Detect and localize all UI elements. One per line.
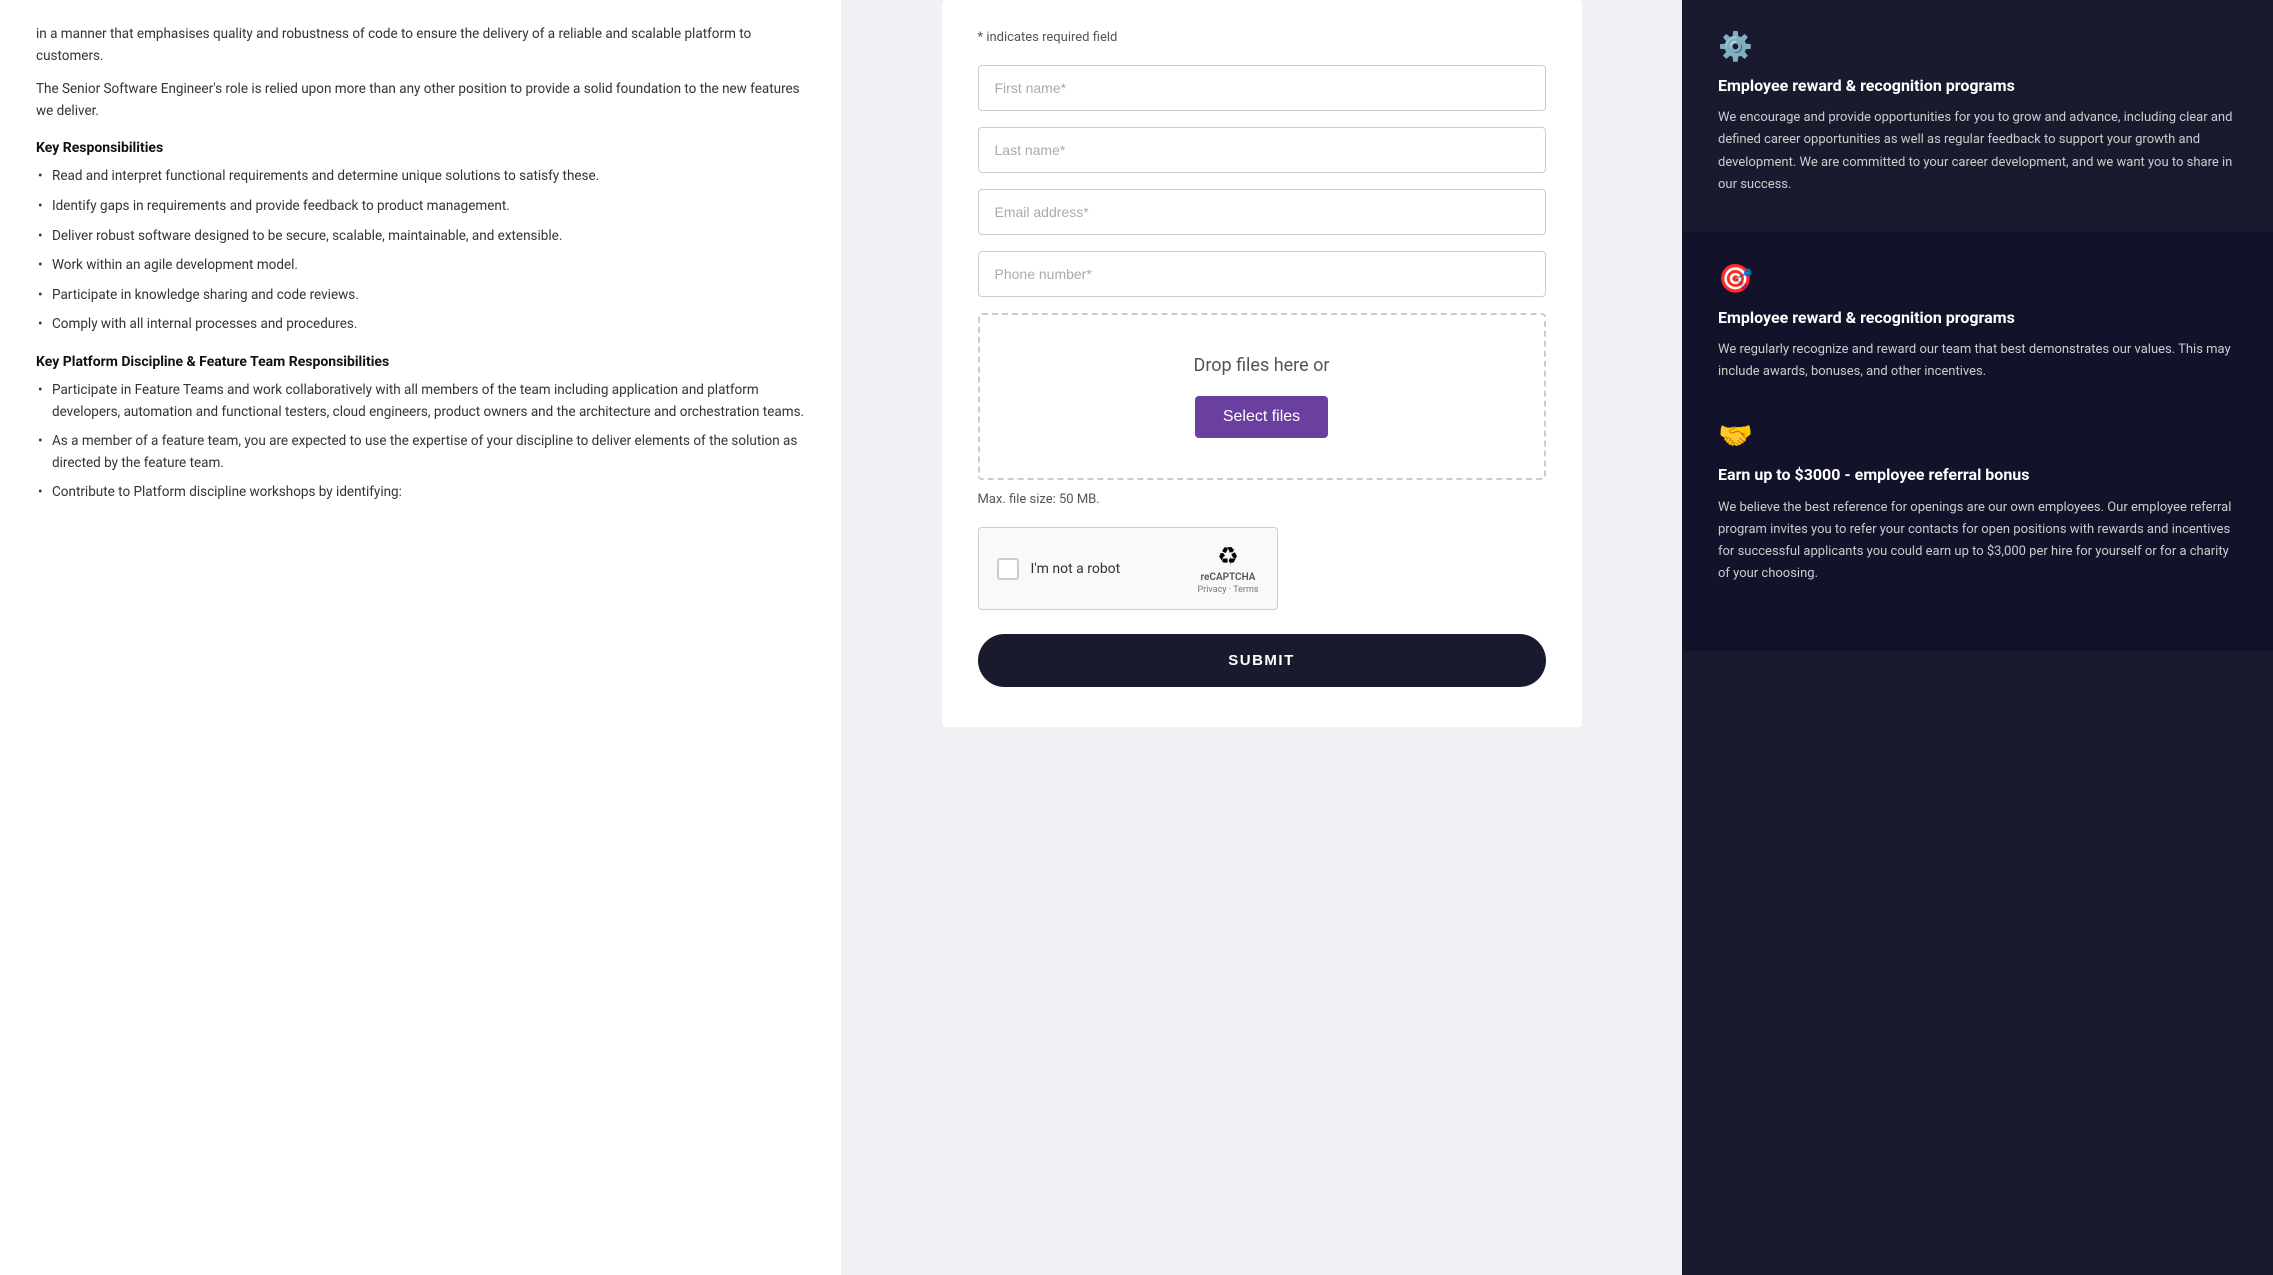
benefit-3-title: Earn up to $3000 - employee referral bon…	[1718, 464, 2237, 486]
phone-input[interactable]	[978, 251, 1546, 297]
recaptcha-brand: reCAPTCHA	[1201, 572, 1256, 583]
phone-field[interactable]	[978, 251, 1546, 297]
email-field[interactable]	[978, 189, 1546, 235]
list-item: Contribute to Platform discipline worksh…	[36, 482, 805, 504]
file-drop-zone[interactable]: Drop files here or Select files	[978, 313, 1546, 480]
benefit-1-desc: We encourage and provide opportunities f…	[1718, 107, 2237, 195]
benefit-2-desc: We regularly recognize and reward our te…	[1718, 339, 2237, 383]
submit-button[interactable]: SUBMIT	[978, 634, 1546, 687]
responsibilities-list: Read and interpret functional requiremen…	[36, 166, 805, 336]
left-panel: in a manner that emphasises quality and …	[0, 0, 841, 1275]
benefit-item-2: 🎯 Employee reward & recognition programs…	[1718, 262, 2237, 384]
benefit-3-desc: We believe the best reference for openin…	[1718, 497, 2237, 585]
recaptcha-left: I'm not a robot	[997, 558, 1121, 580]
recaptcha-links: Privacy · Terms	[1197, 585, 1258, 595]
benefit-item-1: ⚙️ Employee reward & recognition program…	[1718, 30, 2237, 196]
last-name-input[interactable]	[978, 127, 1546, 173]
list-item: Identify gaps in requirements and provid…	[36, 196, 805, 218]
required-note: * indicates required field	[978, 30, 1546, 45]
recaptcha-widget[interactable]: I'm not a robot ♻ reCAPTCHA Privacy · Te…	[978, 527, 1278, 610]
recaptcha-label: I'm not a robot	[1031, 561, 1121, 577]
list-item: Work within an agile development model.	[36, 255, 805, 277]
key-responsibilities-heading: Key Responsibilities	[36, 140, 805, 156]
list-item: Participate in Feature Teams and work co…	[36, 380, 805, 423]
referral-icon: 🤝	[1718, 419, 2237, 452]
career-icon: ⚙️	[1718, 30, 2237, 63]
first-name-field[interactable]	[978, 65, 1546, 111]
list-item: Participate in knowledge sharing and cod…	[36, 285, 805, 307]
list-item: Read and interpret functional requiremen…	[36, 166, 805, 188]
list-item: As a member of a feature team, you are e…	[36, 431, 805, 474]
list-item: Deliver robust software designed to be s…	[36, 226, 805, 248]
intro-paragraph-1: in a manner that emphasises quality and …	[36, 24, 805, 67]
recaptcha-checkbox[interactable]	[997, 558, 1019, 580]
reward-icon: 🎯	[1718, 262, 2237, 295]
benefit-item-3: 🤝 Earn up to $3000 - employee referral b…	[1718, 419, 2237, 585]
email-input[interactable]	[978, 189, 1546, 235]
middle-panel: * indicates required field Drop files he…	[841, 0, 1682, 1275]
right-panel: ⚙️ Employee reward & recognition program…	[1682, 0, 2273, 1275]
drop-text: Drop files here or	[1194, 355, 1330, 376]
platform-list: Participate in Feature Teams and work co…	[36, 380, 805, 504]
list-item: Comply with all internal processes and p…	[36, 314, 805, 336]
benefit-1-title: Employee reward & recognition programs	[1718, 75, 2237, 97]
last-name-field[interactable]	[978, 127, 1546, 173]
key-platform-heading: Key Platform Discipline & Feature Team R…	[36, 354, 805, 370]
form-container: * indicates required field Drop files he…	[942, 0, 1582, 727]
file-size-note: Max. file size: 50 MB.	[978, 492, 1546, 507]
recaptcha-right: ♻ reCAPTCHA Privacy · Terms	[1197, 542, 1258, 595]
first-name-input[interactable]	[978, 65, 1546, 111]
select-files-button[interactable]: Select files	[1195, 396, 1328, 438]
right-bottom-section: 🎯 Employee reward & recognition programs…	[1682, 232, 2273, 651]
benefit-2-title: Employee reward & recognition programs	[1718, 307, 2237, 329]
recaptcha-logo-icon: ♻	[1217, 542, 1239, 570]
intro-paragraph-2: The Senior Software Engineer's role is r…	[36, 79, 805, 122]
